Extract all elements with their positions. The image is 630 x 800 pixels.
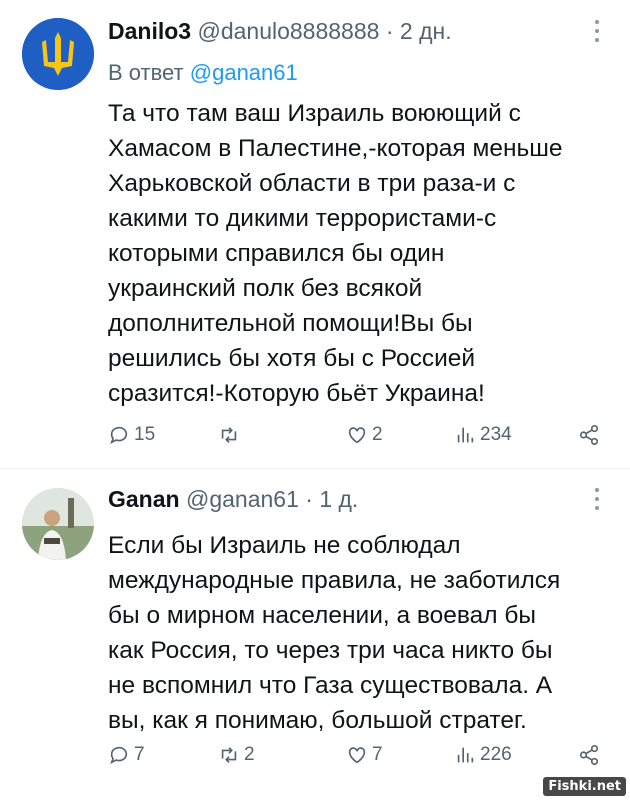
tweet-ganan[interactable]: Ganan @ganan61 · 1 д. Если бы Израиль не… xyxy=(0,468,630,800)
retweet-icon xyxy=(221,747,237,763)
share-icon xyxy=(579,425,599,445)
tweet-text-line: бы о мирном населении, а воевал бы xyxy=(108,602,537,629)
author-handle[interactable]: @ganan61 xyxy=(186,486,299,512)
like-button[interactable]: 7 xyxy=(346,744,383,766)
avatar[interactable] xyxy=(22,488,94,560)
tweet-text-line: не вспомнил что Газа существовала. А xyxy=(108,672,553,699)
share-button[interactable] xyxy=(578,744,600,766)
like-button[interactable]: 2 xyxy=(346,424,383,446)
views-chart-icon xyxy=(457,427,474,443)
author-name[interactable]: Danilo3 xyxy=(108,18,191,44)
reply-count: 7 xyxy=(134,744,145,765)
tweet-danilo3[interactable]: Danilo3 @danulo8888888 · 2 дн. В ответ @… xyxy=(0,0,630,468)
avatar[interactable] xyxy=(22,18,94,90)
views-button[interactable]: 226 xyxy=(454,744,512,766)
retweet-icon xyxy=(221,427,237,443)
reply-count: 15 xyxy=(134,424,156,445)
reply-button[interactable]: 15 xyxy=(108,424,155,446)
tweet-header: Danilo3 @danulo8888888 · 2 дн. xyxy=(108,18,452,45)
tweet-actions: 15 2 234 xyxy=(108,424,600,454)
author-name[interactable]: Ganan xyxy=(108,486,180,512)
tweet-text-line: какими то дикими террористами-с xyxy=(108,205,497,232)
tweet-actions: 7 2 7 226 xyxy=(108,744,600,774)
like-count: 7 xyxy=(372,744,383,765)
tweet-text-line: Та что там ваш Израиль воюющий с xyxy=(108,100,521,127)
reply-prefix: В ответ xyxy=(108,60,184,85)
tweet-text-line: международные правила, не заботился xyxy=(108,567,561,594)
more-options-icon[interactable] xyxy=(594,488,600,515)
tweet-text-line: решились бы хотя бы с Россией xyxy=(108,345,476,372)
user-photo-icon xyxy=(22,488,94,560)
reply-to-line: В ответ @ganan61 xyxy=(108,60,298,86)
tweet-text-line: дополнительной помощи!Вы бы xyxy=(108,310,473,337)
retweet-button[interactable]: 2 xyxy=(218,744,255,766)
watermark: Fishki.net xyxy=(543,777,626,796)
like-count: 2 xyxy=(372,424,383,445)
views-button[interactable]: 234 xyxy=(454,424,512,446)
separator-dot: · xyxy=(385,18,394,44)
tweet-text-line: украинский полк без всякой xyxy=(108,275,423,302)
tweet-text: Если бы Израиль не соблюдал международны… xyxy=(108,528,610,738)
reply-icon xyxy=(110,746,128,765)
ukraine-trident-icon xyxy=(22,18,94,90)
retweet-count: 2 xyxy=(244,744,255,765)
tweet-text: Та что там ваш Израиль воюющий с Хамасом… xyxy=(108,96,610,411)
reply-icon xyxy=(110,426,128,445)
tweet-text-line: которыми справился бы один xyxy=(108,240,445,267)
retweet-button[interactable] xyxy=(218,424,244,446)
timestamp[interactable]: 2 дн. xyxy=(400,18,452,44)
more-options-icon[interactable] xyxy=(594,20,600,47)
share-button[interactable] xyxy=(578,424,600,446)
views-chart-icon xyxy=(457,747,474,763)
reply-mention-link[interactable]: @ganan61 xyxy=(190,60,298,85)
tweet-text-line: Харьковской области в три раза-и с xyxy=(108,170,516,197)
heart-icon xyxy=(348,427,366,444)
tweet-header: Ganan @ganan61 · 1 д. xyxy=(108,486,358,513)
tweet-text-line: Хамасом в Палестине,-которая меньше xyxy=(108,135,563,162)
views-count: 226 xyxy=(480,744,512,765)
tweet-text-line: Если бы Израиль не соблюдал xyxy=(108,532,461,559)
tweet-text-line: сразится!-Которую бьёт Украина! xyxy=(108,380,485,407)
tweet-text-line: как Россия, то через три часа никто бы xyxy=(108,637,553,664)
timestamp[interactable]: 1 д. xyxy=(319,486,358,512)
tweet-text-line: вы, как я понимаю, большой стратег. xyxy=(108,707,527,734)
reply-button[interactable]: 7 xyxy=(108,744,145,766)
heart-icon xyxy=(348,747,366,764)
share-icon xyxy=(579,745,599,765)
author-handle[interactable]: @danulo8888888 xyxy=(197,18,379,44)
separator-dot: · xyxy=(305,486,313,512)
views-count: 234 xyxy=(480,424,512,445)
